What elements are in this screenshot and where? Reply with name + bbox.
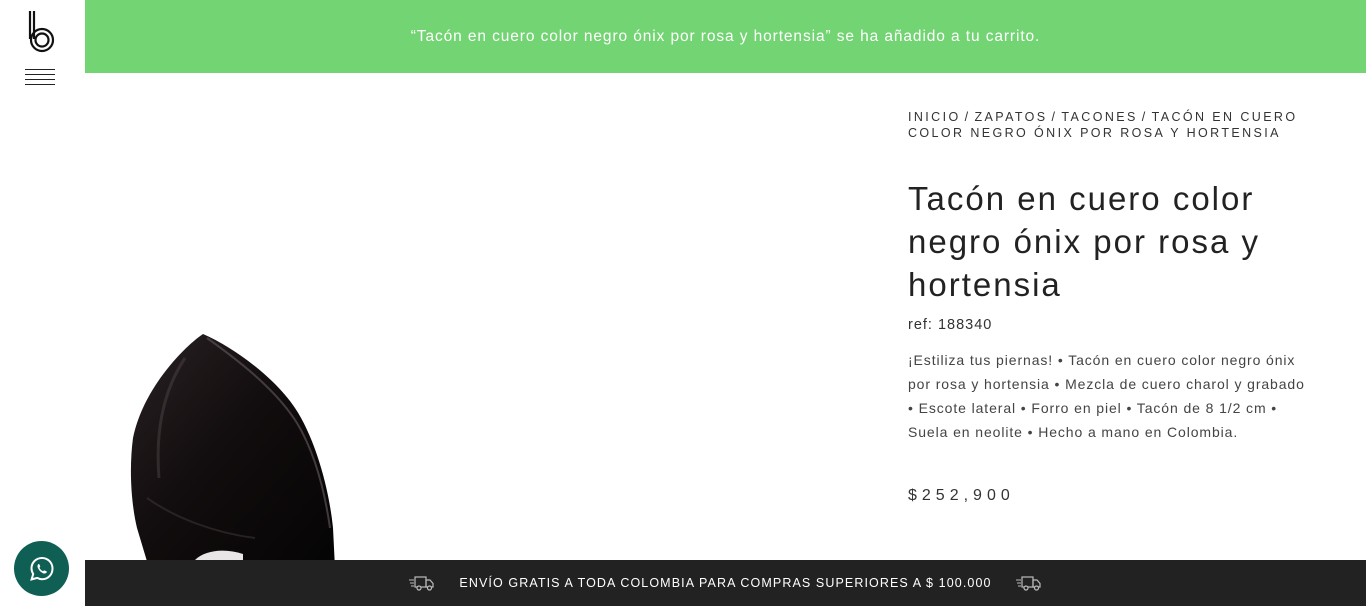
breadcrumb-separator: / — [964, 110, 971, 124]
breadcrumb-separator: / — [1051, 110, 1058, 124]
whatsapp-icon — [29, 556, 54, 581]
delivery-truck-icon — [1015, 576, 1041, 591]
product-price: $252,900 — [908, 487, 1015, 504]
product-image[interactable] — [85, 73, 885, 560]
shipping-bar: ENVÍO GRATIS A TODA COLOMBIA PARA COMPRA… — [85, 560, 1366, 606]
breadcrumb: INICIO / ZAPATOS / TACONES / TACÓN EN CUERO CO… — [908, 109, 1318, 141]
product-description: ¡Estiliza tus piernas! • Tacón en cuero … — [908, 352, 1305, 440]
sidebar — [0, 0, 85, 606]
whatsapp-button[interactable] — [14, 541, 69, 596]
shipping-message: ENVÍO GRATIS A TODA COLOMBIA PARA COMPRA… — [459, 576, 992, 590]
cart-notice-banner: “Tacón en cuero color negro ónix por ros… — [85, 0, 1366, 73]
hamburger-menu-icon[interactable] — [25, 69, 55, 85]
breadcrumb-home-link[interactable]: INICIO — [908, 110, 961, 124]
breadcrumb-category-link[interactable]: ZAPATOS — [974, 110, 1047, 124]
breadcrumb-subcategory-link[interactable]: TACONES — [1061, 110, 1137, 124]
breadcrumb-separator: / — [1141, 110, 1148, 124]
product-title: Tacón en cuero color negro ónix por rosa… — [908, 180, 1261, 303]
delivery-truck-icon — [409, 576, 435, 591]
product-info-panel: INICIO / ZAPATOS / TACONES / TACÓN EN CUERO CO… — [908, 109, 1318, 505]
product-ref: ref: 188340 — [908, 317, 993, 333]
cart-notice-message: “Tacón en cuero color negro ónix por ros… — [410, 27, 1041, 45]
brand-logo[interactable] — [26, 9, 56, 55]
shoe-photo — [130, 334, 335, 560]
